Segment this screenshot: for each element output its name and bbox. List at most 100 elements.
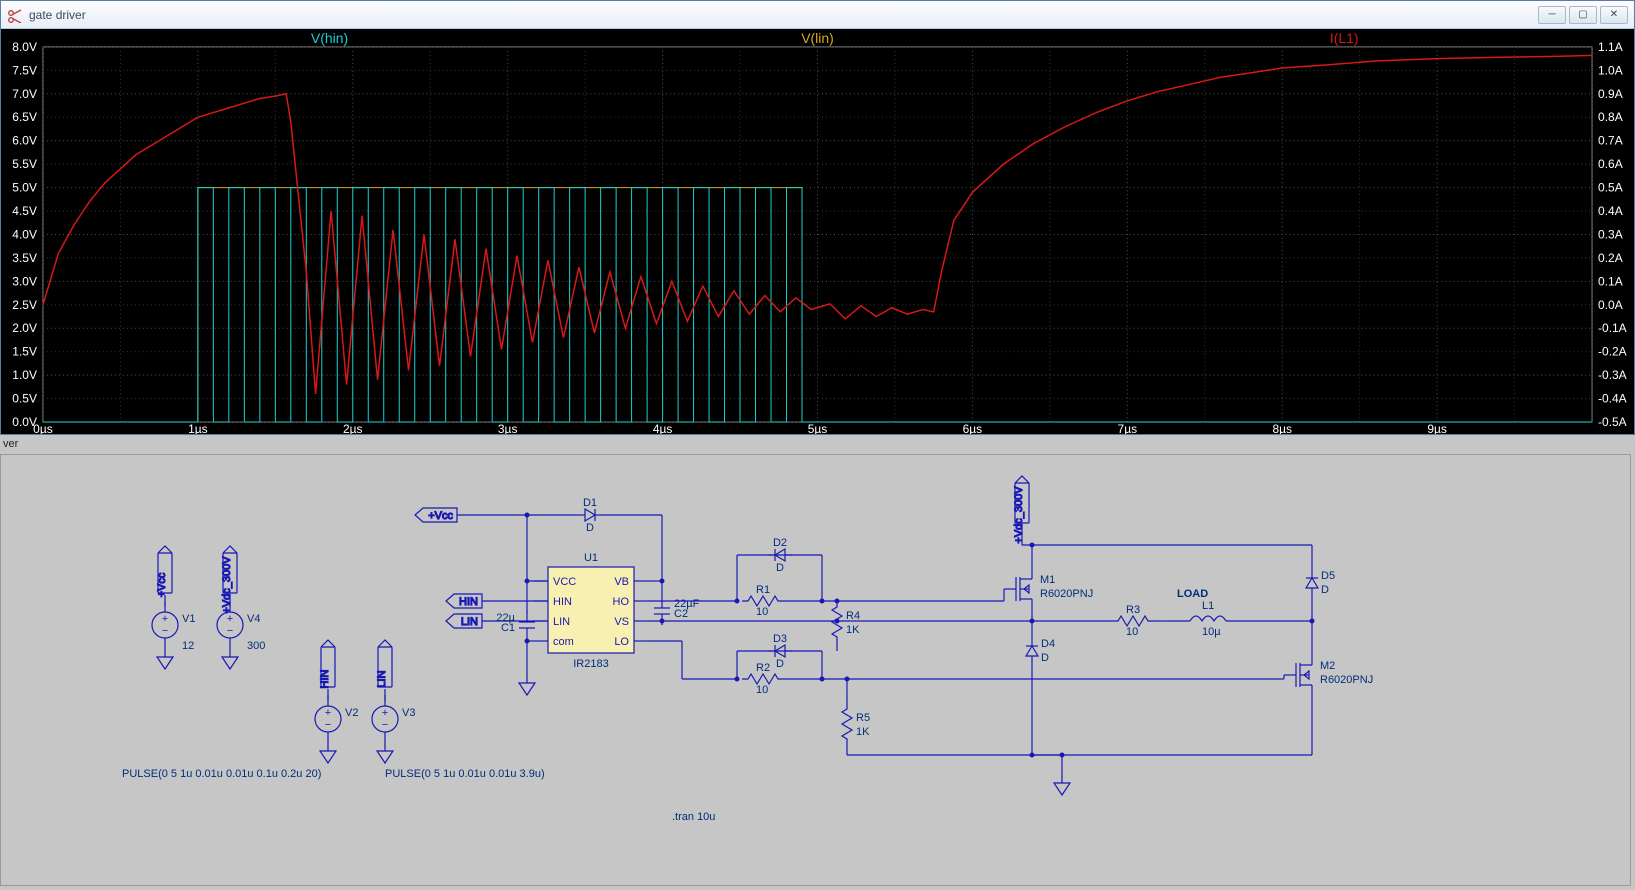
right-axis-tick: -0.3A xyxy=(1598,368,1627,382)
left-axis-tick: 1.5V xyxy=(12,345,37,359)
svg-text:R6020PNJ: R6020PNJ xyxy=(1320,674,1373,686)
inductor[interactable]: L1 10µ xyxy=(1190,600,1226,638)
svg-text:10: 10 xyxy=(756,606,768,618)
svg-text:M2: M2 xyxy=(1320,660,1335,672)
right-axis-tick: 0.9A xyxy=(1598,87,1623,101)
schematic-canvas[interactable]: +Vcc + − V1 12 +Vdc_300V + − V4 300 HIN … xyxy=(0,454,1631,886)
right-axis-tick: 0.0A xyxy=(1598,298,1623,312)
right-axis-tick: 0.2A xyxy=(1598,251,1623,265)
right-axis-tick: 0.8A xyxy=(1598,110,1623,124)
mosfet[interactable]: M2 R6020PNJ xyxy=(1284,653,1373,697)
x-axis-tick: 2µs xyxy=(343,422,363,434)
net-flag[interactable]: +Vdc_300V xyxy=(221,546,237,614)
diode[interactable]: D4 D xyxy=(1026,638,1055,664)
close-button[interactable]: ✕ xyxy=(1600,6,1628,24)
legend-il1[interactable]: I(L1) xyxy=(1330,30,1359,46)
voltage-source[interactable]: + − V1 12 xyxy=(152,601,195,652)
waveform-titlebar[interactable]: gate driver ─ ▢ ✕ xyxy=(1,1,1634,29)
resistor[interactable]: R3 10 xyxy=(1112,604,1170,638)
left-axis-tick: 4.5V xyxy=(12,204,37,218)
x-axis-tick: 8µs xyxy=(1272,422,1292,434)
svg-text:12: 12 xyxy=(182,640,194,652)
svg-text:D: D xyxy=(1041,652,1049,664)
left-axis-tick: 6.0V xyxy=(12,134,37,148)
left-axis-tick: 6.5V xyxy=(12,110,37,124)
net-flag[interactable]: HIN xyxy=(319,640,335,688)
ic-u1[interactable]: U1 IR2183VCCHINLINcomVBHOVSLO xyxy=(534,552,648,670)
svg-text:U1: U1 xyxy=(584,552,598,564)
net-flag[interactable]: +Vcc xyxy=(156,546,172,597)
right-axis-tick: -0.1A xyxy=(1598,321,1627,335)
x-axis-tick: 0µs xyxy=(33,422,53,434)
svg-text:D1: D1 xyxy=(583,497,597,509)
plot-area[interactable]: 0.0V-0.5A0.5V-0.4A1.0V-0.3A1.5V-0.2A2.0V… xyxy=(1,29,1634,434)
resistor[interactable]: R1 10 xyxy=(742,584,822,618)
right-axis-tick: 1.0A xyxy=(1598,63,1623,77)
svg-text:R1: R1 xyxy=(756,584,770,596)
net-flag[interactable]: LIN xyxy=(376,640,392,688)
right-axis-tick: 0.3A xyxy=(1598,227,1623,241)
right-axis-tick: -0.4A xyxy=(1598,392,1627,406)
svg-text:22µ: 22µ xyxy=(496,612,515,624)
svg-text:R3: R3 xyxy=(1126,604,1140,616)
svg-text:D: D xyxy=(586,522,594,534)
left-axis-tick: 5.5V xyxy=(12,157,37,171)
left-axis-tick: 8.0V xyxy=(12,40,37,54)
net-flag[interactable]: LIN xyxy=(446,614,482,628)
legend-vlin[interactable]: V(lin) xyxy=(801,30,834,46)
svg-text:D5: D5 xyxy=(1321,570,1335,582)
minimize-button[interactable]: ─ xyxy=(1538,6,1566,24)
svg-text:10: 10 xyxy=(1126,626,1138,638)
right-axis-tick: 0.7A xyxy=(1598,134,1623,148)
svg-text:R6020PNJ: R6020PNJ xyxy=(1040,588,1093,600)
pulse-text-v2[interactable]: PULSE(0 5 1u 0.01u 0.01u 0.1u 0.2u 20) xyxy=(122,768,321,780)
right-axis-tick: 0.4A xyxy=(1598,204,1623,218)
net-flag[interactable]: HIN xyxy=(446,594,482,608)
right-axis-tick: -0.2A xyxy=(1598,345,1627,359)
diode[interactable]: D1 D xyxy=(578,497,602,534)
svg-text:V4: V4 xyxy=(247,613,260,625)
svg-text:10µ: 10µ xyxy=(1202,626,1221,638)
svg-text:−: − xyxy=(227,625,233,637)
svg-text:−: − xyxy=(325,719,331,731)
right-axis-tick: -0.5A xyxy=(1598,415,1627,429)
net-flag[interactable]: +Vdc_300V xyxy=(1013,476,1029,544)
tran-directive[interactable]: .tran 10u xyxy=(672,811,715,823)
voltage-source[interactable]: + − V2 xyxy=(315,695,358,743)
capacitor[interactable]: C1 22µ xyxy=(496,611,535,639)
resistor[interactable]: R5 1K xyxy=(842,703,870,755)
svg-text:D4: D4 xyxy=(1041,638,1055,650)
pulse-text-v3[interactable]: PULSE(0 5 1u 0.01u 0.01u 3.9u) xyxy=(385,768,545,780)
svg-text:22µF: 22µF xyxy=(674,598,700,610)
svg-text:−: − xyxy=(162,625,168,637)
svg-text:+Vdc_300V: +Vdc_300V xyxy=(1013,486,1025,544)
svg-text:D3: D3 xyxy=(773,633,787,645)
left-axis-tick: 7.5V xyxy=(12,63,37,77)
x-axis-tick: 9µs xyxy=(1427,422,1447,434)
x-axis-tick: 7µs xyxy=(1118,422,1138,434)
left-axis-tick: 7.0V xyxy=(12,87,37,101)
mosfet[interactable]: M1 R6020PNJ xyxy=(1004,567,1093,611)
svg-text:D: D xyxy=(1321,584,1329,596)
left-axis-tick: 2.0V xyxy=(12,321,37,335)
maximize-button[interactable]: ▢ xyxy=(1569,6,1597,24)
right-axis-tick: 0.6A xyxy=(1598,157,1623,171)
schematic-window: ver +Vcc + − V1 12 +Vdc_300V + − V4 300 … xyxy=(0,435,1635,890)
left-axis-tick: 0.5V xyxy=(12,392,37,406)
net-flag[interactable]: +Vcc xyxy=(415,508,457,522)
legend-vhin[interactable]: V(hin) xyxy=(311,30,348,46)
left-axis-tick: 1.0V xyxy=(12,368,37,382)
voltage-source[interactable]: + − V3 xyxy=(372,695,415,743)
diode[interactable]: D5 D xyxy=(1306,570,1335,596)
scissors-icon xyxy=(7,7,23,23)
left-axis-tick: 3.5V xyxy=(12,251,37,265)
svg-text:1K: 1K xyxy=(846,624,860,636)
svg-text:VCC: VCC xyxy=(553,576,576,588)
svg-text:D: D xyxy=(776,562,784,574)
svg-text:−: − xyxy=(382,719,388,731)
right-axis-tick: 0.5A xyxy=(1598,181,1623,195)
resistor[interactable]: R4 1K xyxy=(832,601,860,651)
svg-text:+: + xyxy=(162,613,168,625)
schematic-title-fragment: ver xyxy=(3,438,18,450)
x-axis-tick: 6µs xyxy=(963,422,983,434)
